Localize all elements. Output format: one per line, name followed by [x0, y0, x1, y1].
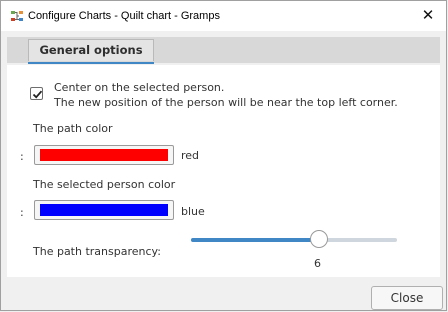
checkmark-icon: [32, 90, 43, 99]
transparency-slider-knob[interactable]: [309, 230, 328, 248]
path-color-button[interactable]: [34, 145, 174, 165]
transparency-value: 6: [314, 257, 321, 270]
close-window-icon[interactable]: ✕: [418, 5, 438, 25]
selected-person-color-label: The selected person color: [33, 178, 176, 191]
dialog-window: Configure Charts - Quilt chart - Gramps …: [0, 0, 447, 311]
window-title: Configure Charts - Quilt chart - Gramps: [28, 10, 220, 22]
path-color-prefix: :: [20, 150, 24, 163]
selected-person-color-button[interactable]: [34, 200, 174, 220]
close-button[interactable]: Close: [371, 286, 443, 310]
path-color-swatch: [40, 149, 168, 161]
path-color-label: The path color: [33, 122, 113, 135]
path-color-name: red: [181, 149, 200, 162]
tab-general-options[interactable]: General options: [28, 39, 154, 61]
tab-bar: General options: [7, 37, 440, 64]
selected-person-color-name: blue: [181, 205, 205, 218]
selected-person-color-prefix: :: [20, 206, 24, 219]
gramps-app-icon: [9, 8, 25, 24]
center-option-line2: The new position of the person will be n…: [54, 96, 398, 109]
selected-person-color-swatch: [40, 204, 168, 216]
center-person-checkbox[interactable]: [30, 87, 43, 100]
transparency-slider-fill: [191, 238, 319, 242]
transparency-slider-trough[interactable]: [191, 238, 397, 242]
active-tab-indicator: [28, 62, 154, 64]
path-transparency-label: The path transparency:: [33, 245, 161, 258]
center-option-line1: Center on the selected person.: [54, 81, 225, 94]
title-bar: Configure Charts - Quilt chart - Gramps …: [1, 1, 446, 31]
